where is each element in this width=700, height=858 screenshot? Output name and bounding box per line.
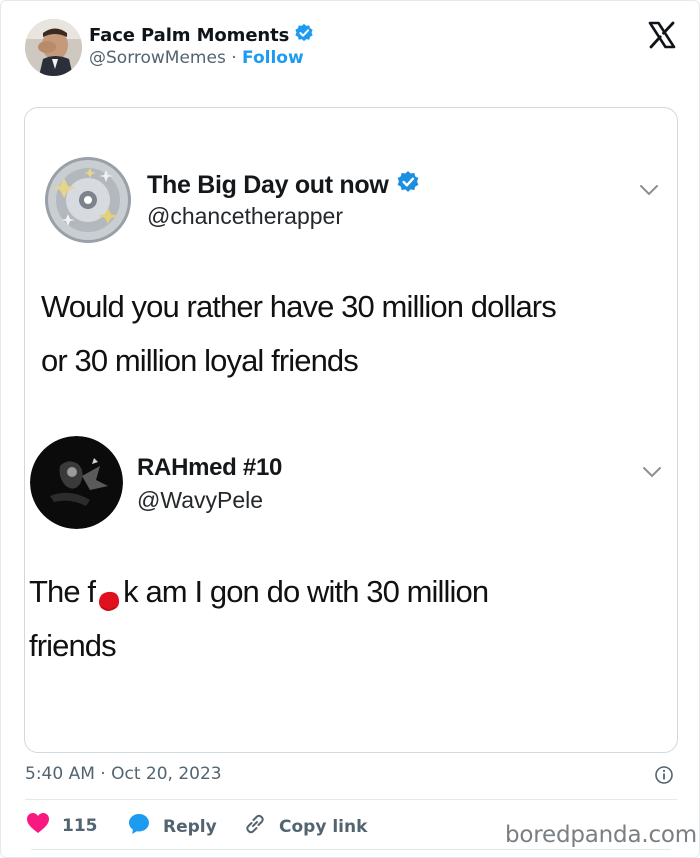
- tweet1-name-text: The Big Day out now: [147, 171, 389, 199]
- rahmed-avatar: [30, 436, 123, 529]
- separator: ·: [231, 48, 237, 68]
- author-avatar[interactable]: [25, 19, 82, 76]
- reply-button[interactable]: Reply: [127, 812, 217, 841]
- handle-row: @SorrowMemes · Follow: [89, 48, 304, 68]
- tweet2-line2: friends: [29, 628, 117, 663]
- copy-link-label: Copy link: [279, 816, 368, 837]
- info-icon[interactable]: [654, 765, 674, 785]
- chance-avatar: [44, 156, 132, 244]
- copy-link-button[interactable]: Copy link: [243, 812, 367, 841]
- author-handle[interactable]: @SorrowMemes: [89, 48, 226, 68]
- like-button[interactable]: 115: [26, 812, 98, 839]
- tweet-embed: Face Palm Moments @SorrowMemes · Follow: [0, 0, 700, 858]
- author-name[interactable]: Face Palm Moments: [89, 23, 314, 48]
- link-icon: [243, 812, 267, 841]
- tweet2-text: The f k am I gon do with 30 million frie…: [29, 565, 489, 673]
- bottom-divider: [31, 849, 671, 855]
- divider: [25, 799, 677, 800]
- tweet2-line1-end: k am I gon do with 30 million: [123, 574, 489, 609]
- chevron-down-icon: [639, 181, 659, 196]
- follow-button[interactable]: Follow: [242, 48, 304, 68]
- embedded-image-card[interactable]: The Big Day out now @chancetherapper Wou…: [24, 107, 678, 753]
- tweet1-handle: @chancetherapper: [147, 203, 343, 229]
- tweet1-line2: or 30 million loyal friends: [41, 343, 359, 378]
- tweet1-text: Would you rather have 30 million dollars…: [41, 280, 557, 388]
- x-logo-icon[interactable]: [647, 20, 677, 50]
- tweet1-line1: Would you rather have 30 million dollars: [41, 289, 557, 324]
- chevron-down-icon: [642, 463, 662, 478]
- tweet2-name: RAHmed #10: [137, 454, 283, 481]
- verified-badge-icon: [396, 170, 420, 201]
- reply-label: Reply: [163, 816, 217, 837]
- like-count: 115: [62, 815, 98, 836]
- redaction-scribble: [96, 578, 122, 611]
- author-name-text[interactable]: Face Palm Moments: [89, 25, 289, 46]
- post-timestamp[interactable]: 5:40 AM · Oct 20, 2023: [25, 764, 222, 784]
- tweet2-line1-start: The f: [29, 574, 96, 609]
- tweet1-name: The Big Day out now: [147, 170, 420, 201]
- watermark: boredpanda.com: [505, 822, 697, 848]
- reply-bubble-icon: [127, 812, 151, 841]
- tweet2-line1: The f k am I gon do with 30 million: [29, 565, 489, 619]
- tweet2-handle: @WavyPele: [137, 487, 264, 513]
- heart-icon: [26, 812, 50, 839]
- verified-badge-icon: [294, 23, 314, 48]
